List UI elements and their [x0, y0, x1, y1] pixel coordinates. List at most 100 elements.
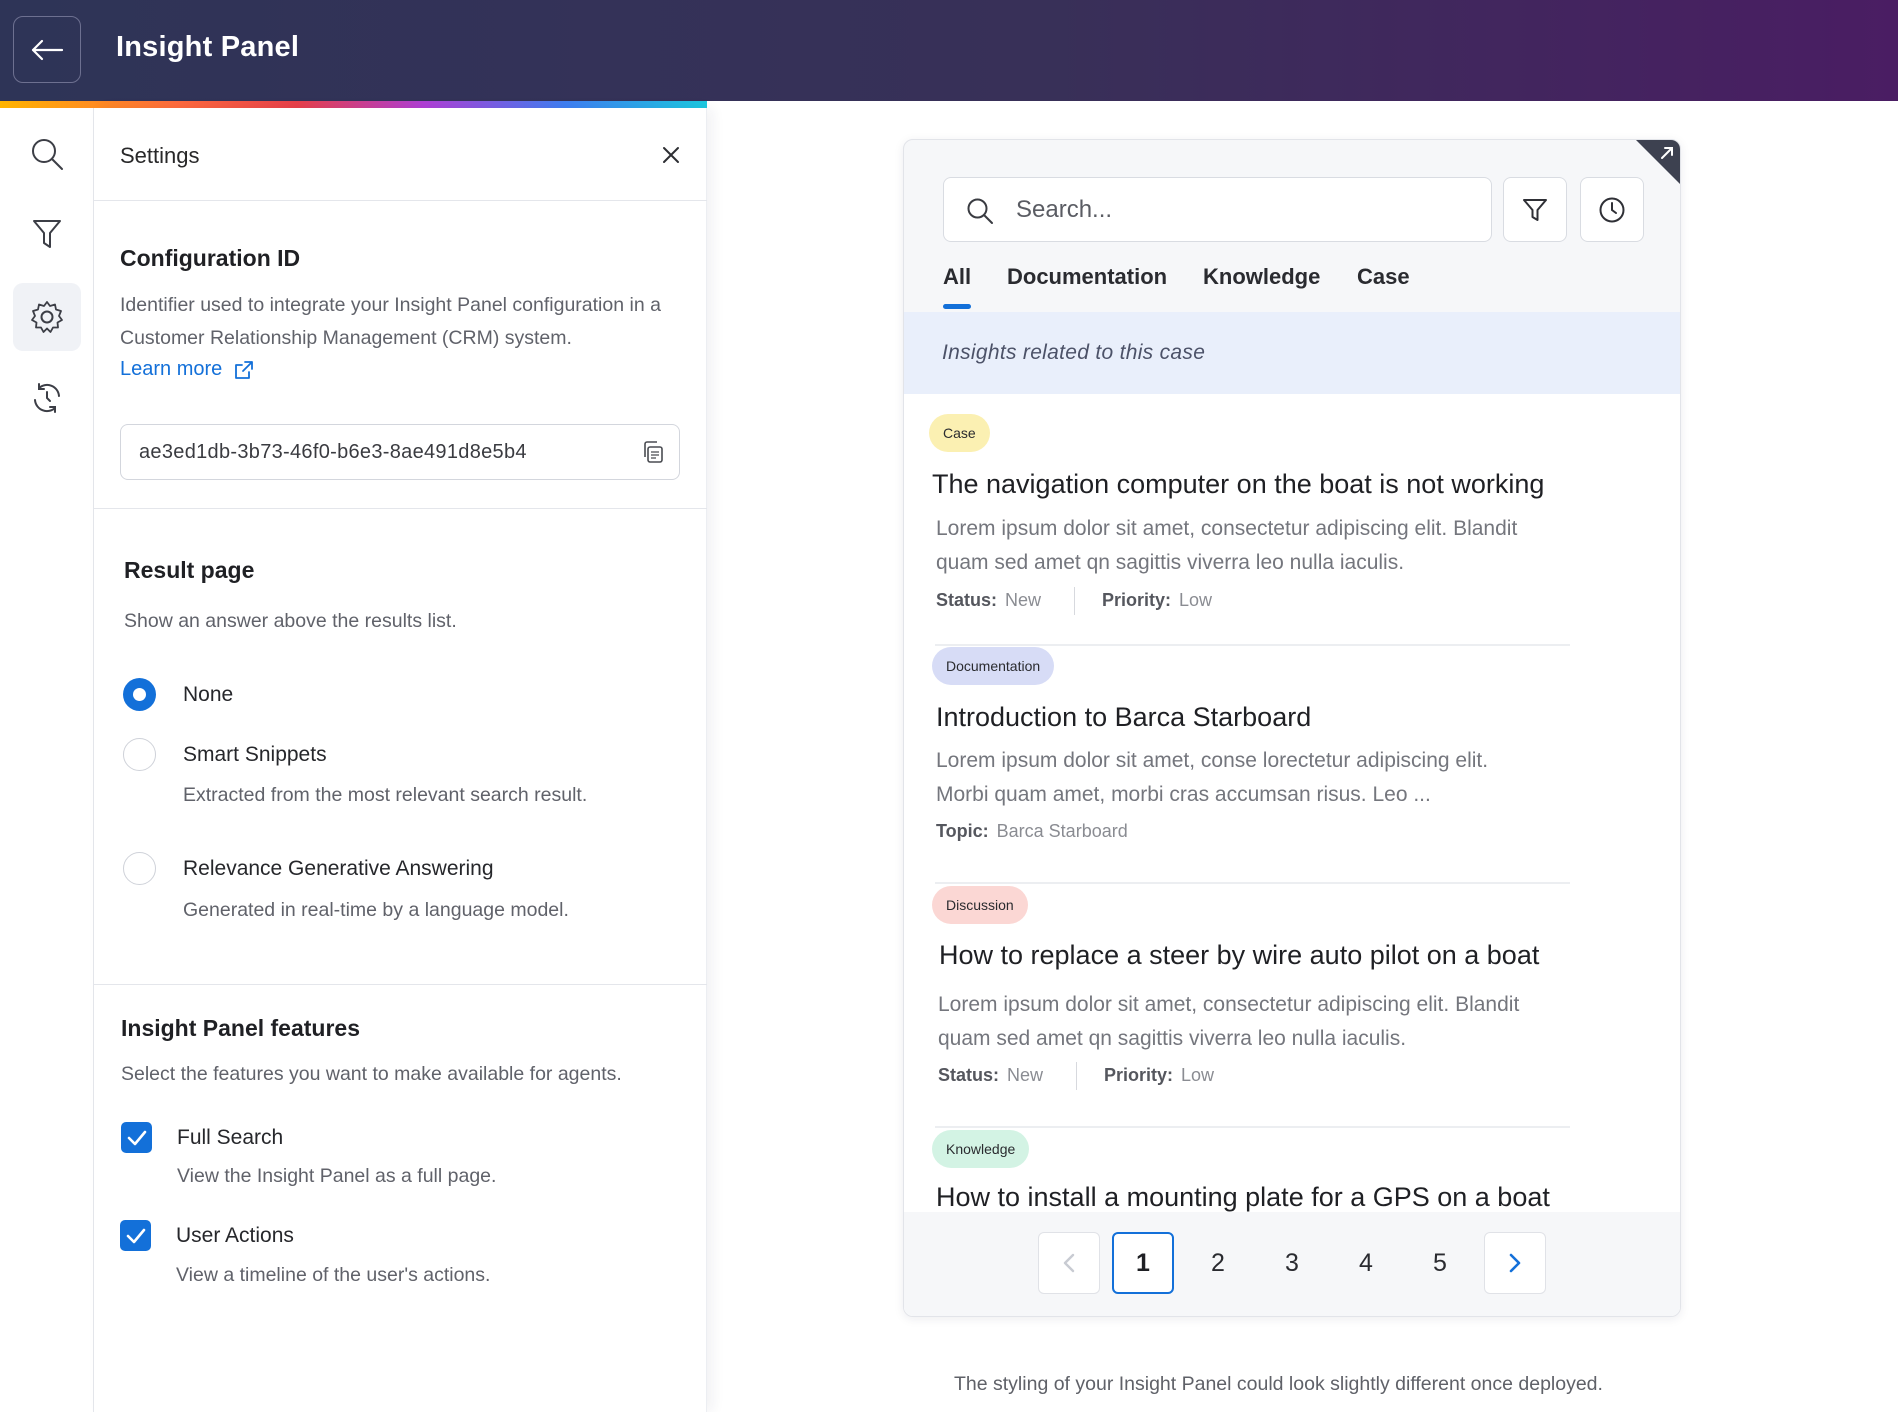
result-excerpt-line: Morbi quam amet, morbi cras accumsan ris…	[936, 783, 1431, 806]
gear-icon	[31, 301, 63, 333]
tab-knowledge[interactable]: Knowledge	[1203, 264, 1320, 290]
search-input[interactable]	[1016, 192, 1466, 228]
page-button-3[interactable]: 3	[1261, 1232, 1323, 1294]
search-box	[943, 177, 1492, 242]
meta-key: Priority:	[1102, 590, 1172, 610]
meta-value: Low	[1181, 1065, 1215, 1085]
user-actions-description: View a timeline of the user's actions.	[176, 1264, 491, 1286]
close-icon[interactable]	[660, 144, 682, 166]
page-button-4[interactable]: 4	[1335, 1232, 1397, 1294]
features-title: Insight Panel features	[121, 1015, 361, 1041]
external-link-icon	[235, 360, 254, 379]
radio-generative-answering-label: Relevance Generative Answering	[183, 857, 494, 880]
context-text: Insights related to this case	[942, 341, 1206, 364]
result-badge: Knowledge	[932, 1130, 1030, 1168]
refresh-history-icon	[34, 383, 60, 413]
section-divider	[94, 508, 707, 509]
app-header: Insight Panel	[0, 0, 1898, 101]
settings-panel: Settings Configuration ID Identifier use…	[94, 108, 707, 1412]
result-meta-priority: Priority: Low	[1102, 590, 1212, 611]
rail-search-button[interactable]	[13, 120, 81, 188]
learn-more-link[interactable]: Learn more	[120, 358, 254, 381]
checkmark-icon	[127, 1130, 146, 1145]
result-title[interactable]: Introduction to Barca Starboard	[936, 702, 1311, 733]
meta-separator	[1076, 1062, 1077, 1090]
radio-smart-snippets-description: Extracted from the most relevant search …	[183, 784, 588, 806]
meta-value: Barca Starboard	[996, 821, 1128, 841]
result-meta-topic: Topic: Barca Starboard	[936, 821, 1128, 842]
back-button[interactable]	[13, 16, 81, 83]
result-page-title: Result page	[124, 557, 255, 583]
meta-key: Status:	[936, 590, 998, 610]
meta-key: Topic:	[936, 821, 989, 841]
result-divider	[935, 1126, 1570, 1128]
tab-all[interactable]: All	[943, 264, 971, 290]
tab-case[interactable]: Case	[1357, 264, 1410, 290]
chevron-right-icon	[1509, 1253, 1521, 1273]
next-page-button[interactable]	[1484, 1232, 1546, 1294]
learn-more-label: Learn more	[120, 358, 223, 380]
rail-filter-button[interactable]	[13, 200, 81, 268]
meta-value: Low	[1179, 590, 1213, 610]
search-icon	[967, 198, 993, 224]
full-search-label: Full Search	[177, 1126, 284, 1149]
result-badge: Documentation	[932, 647, 1055, 685]
results-list: Case The navigation computer on the boat…	[904, 394, 1680, 1316]
pagination: 1 2 3 4 5	[904, 1212, 1680, 1316]
meta-key: Priority:	[1104, 1065, 1174, 1085]
radio-generative-answering-description: Generated in real-time by a language mod…	[183, 899, 569, 921]
config-id-description-1: Identifier used to integrate your Insigh…	[120, 294, 661, 316]
chevron-left-icon	[1063, 1253, 1075, 1273]
result-title[interactable]: How to replace a steer by wire auto pilo…	[939, 940, 1539, 971]
copy-icon[interactable]	[641, 440, 665, 464]
styling-footnote: The styling of your Insight Panel could …	[954, 1373, 1603, 1395]
result-divider	[935, 644, 1570, 646]
filter-button[interactable]	[1503, 177, 1567, 242]
nav-rail	[0, 108, 94, 1412]
settings-title: Settings	[120, 143, 200, 168]
result-page-description: Show an answer above the results list.	[124, 610, 457, 632]
radio-smart-snippets[interactable]	[123, 738, 156, 771]
accent-gradient-bar	[0, 101, 707, 108]
result-excerpt-line: Lorem ipsum dolor sit amet, consectetur …	[936, 517, 1518, 540]
result-divider	[935, 882, 1570, 884]
radio-generative-answering[interactable]	[123, 852, 156, 885]
features-description: Select the features you want to make ava…	[121, 1063, 622, 1085]
tab-documentation[interactable]: Documentation	[1007, 264, 1167, 290]
result-excerpt-line: quam sed amet qn sagittis viverra leo nu…	[938, 1027, 1407, 1050]
user-actions-checkbox[interactable]	[120, 1220, 151, 1251]
rail-history-button[interactable]	[13, 364, 81, 432]
radio-none-label: None	[183, 683, 234, 706]
config-id-title: Configuration ID	[120, 245, 301, 271]
full-search-description: View the Insight Panel as a full page.	[177, 1165, 497, 1187]
result-meta-status: Status: New	[936, 590, 1041, 611]
meta-value: New	[1005, 590, 1042, 610]
filter-icon	[1523, 198, 1547, 221]
result-title[interactable]: The navigation computer on the boat is n…	[932, 469, 1544, 500]
active-tab-indicator	[943, 304, 971, 309]
user-actions-label: User Actions	[176, 1224, 294, 1247]
rail-settings-button[interactable]	[13, 283, 81, 351]
app-title: Insight Panel	[116, 31, 300, 63]
page-button-2[interactable]: 2	[1187, 1232, 1249, 1294]
meta-separator	[1074, 587, 1075, 615]
result-meta-priority: Priority: Low	[1104, 1065, 1214, 1086]
full-search-checkbox[interactable]	[121, 1122, 152, 1153]
context-banner: Insights related to this case	[904, 312, 1680, 394]
meta-key: Status:	[938, 1065, 1000, 1085]
filter-icon	[33, 220, 61, 248]
radio-none[interactable]	[123, 678, 156, 711]
expand-corner-icon[interactable]	[1636, 140, 1680, 184]
section-divider	[94, 984, 707, 985]
previous-page-button[interactable]	[1038, 1232, 1100, 1294]
history-button[interactable]	[1580, 177, 1644, 242]
search-icon	[32, 139, 63, 170]
meta-value: New	[1007, 1065, 1044, 1085]
page-button-1[interactable]: 1	[1112, 1232, 1174, 1294]
page-button-5[interactable]: 5	[1409, 1232, 1471, 1294]
result-excerpt-line: quam sed amet qn sagittis viverra leo nu…	[936, 551, 1405, 574]
radio-smart-snippets-label: Smart Snippets	[183, 743, 327, 766]
config-id-field[interactable]: ae3ed1db-3b73-46f0-b6e3-8ae491d8e5b4	[120, 424, 680, 480]
settings-header: Settings	[94, 108, 707, 201]
result-title[interactable]: How to install a mounting plate for a GP…	[936, 1182, 1550, 1213]
